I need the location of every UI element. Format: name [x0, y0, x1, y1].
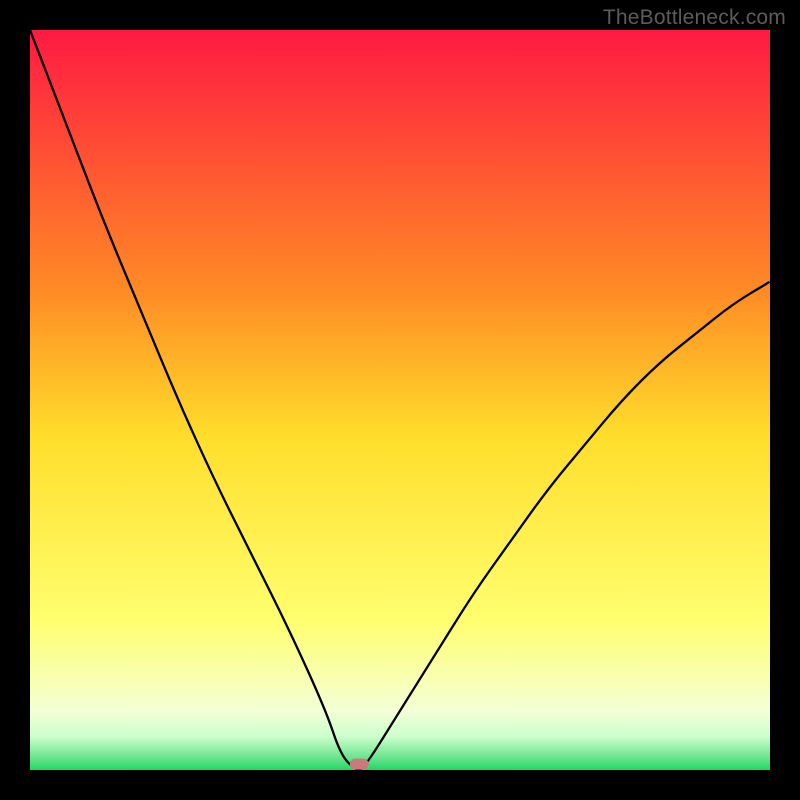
- chart-container: TheBottleneck.com: [0, 0, 800, 800]
- bottleneck-chart: [30, 30, 770, 770]
- chart-svg: [30, 30, 770, 770]
- optimal-point-marker: [350, 759, 369, 770]
- watermark-text: TheBottleneck.com: [603, 6, 786, 30]
- chart-background: [30, 30, 770, 770]
